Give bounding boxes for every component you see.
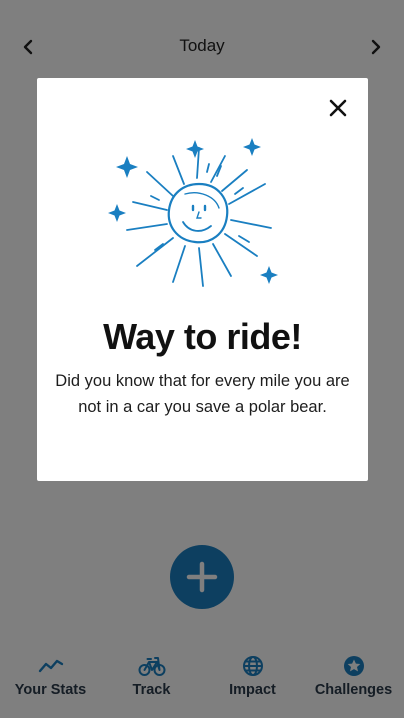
sun-sparkle-illustration bbox=[108, 138, 278, 287]
dialog-title: Way to ride! bbox=[103, 316, 302, 357]
ride-complete-dialog: Way to ride! Did you know that for every… bbox=[37, 78, 368, 481]
close-button[interactable] bbox=[326, 96, 350, 120]
close-icon bbox=[329, 99, 347, 117]
dialog-message: Did you know that for every mile you are… bbox=[55, 372, 350, 416]
